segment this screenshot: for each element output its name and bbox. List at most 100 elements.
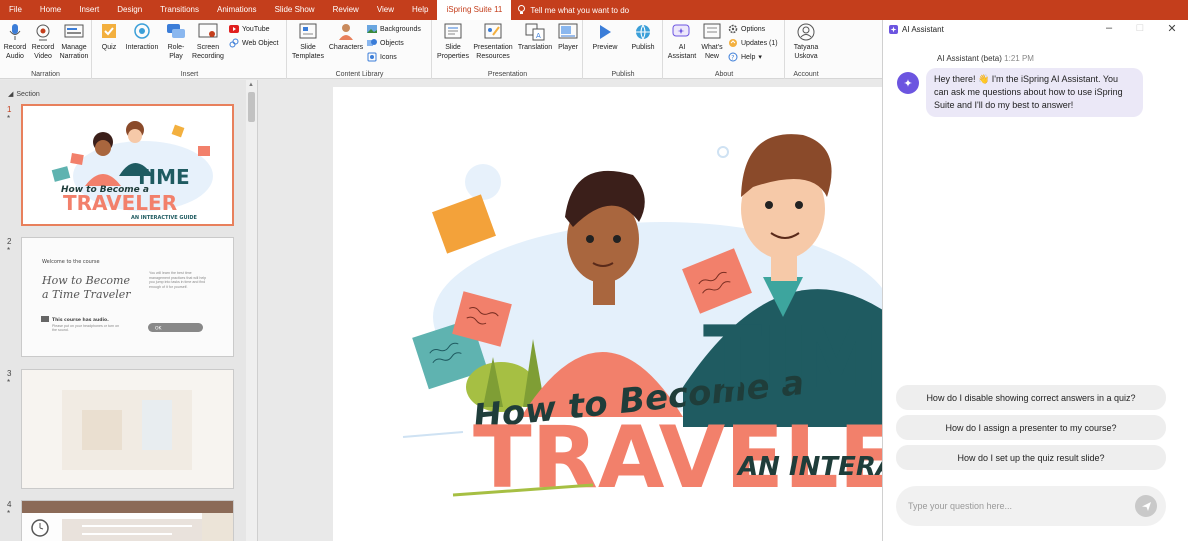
slide-templates-button[interactable]: Slide Templates <box>290 22 326 61</box>
play-icon <box>600 25 611 39</box>
menu-review[interactable]: Review <box>324 0 368 20</box>
webcam-icon <box>36 24 50 41</box>
menu-insert[interactable]: Insert <box>70 0 108 20</box>
section-header[interactable]: ◢ Section <box>8 90 40 99</box>
ai-assistant-panel: AI Assistant – □ ✕ AI Assistant (beta) 1… <box>882 20 1188 541</box>
help-icon: ? <box>728 52 738 62</box>
slide-thumbnail-4[interactable] <box>21 500 234 541</box>
menu-ispring-suite[interactable]: iSpring Suite 11 <box>437 0 512 20</box>
manage-narration-button[interactable]: Manage Narration <box>58 22 90 61</box>
slide-properties-button[interactable]: Slide Properties <box>435 22 471 61</box>
suggestion-button-3[interactable]: How do I set up the quiz result slide? <box>896 445 1166 470</box>
scroll-up-icon[interactable]: ▲ <box>248 82 254 88</box>
menu-help[interactable]: Help <box>403 0 437 20</box>
menu-slide-show[interactable]: Slide Show <box>266 0 324 20</box>
translation-button[interactable]: A Translation <box>517 22 553 52</box>
options-button[interactable]: Options <box>728 24 765 34</box>
tell-me-search[interactable]: Tell me what you want to do <box>511 5 629 15</box>
group-presentation: Slide Properties Presentation Resources … <box>433 20 583 79</box>
group-label-content-library: Content Library <box>335 71 384 78</box>
suggestion-button-2[interactable]: How do I assign a presenter to my course… <box>896 415 1166 440</box>
slide-1-editor[interactable]: How to Become a TIME TRAVELER AN INTERAC… <box>333 87 893 541</box>
whats-new-button[interactable]: What's New <box>698 22 726 61</box>
objects-button[interactable]: Objects <box>367 38 404 48</box>
ai-panel-header: AI Assistant <box>889 25 944 34</box>
slide-1-thumbnail-art: How to Become a TIME TRAVELER AN INTERAC… <box>23 106 232 224</box>
maximize-button[interactable]: □ <box>1133 22 1147 34</box>
timeline-icon <box>64 24 84 38</box>
thumb-1-big1: TIME <box>135 165 190 189</box>
link-icon <box>229 38 239 48</box>
preview-button[interactable]: Preview <box>588 22 622 52</box>
group-publish: Preview Publish Publish <box>584 20 663 79</box>
slide-thumbnail-1[interactable]: How to Become a TIME TRAVELER AN INTERAC… <box>21 104 234 226</box>
user-avatar-icon <box>797 23 815 41</box>
ai-sparkle-icon <box>889 25 898 34</box>
record-video-button[interactable]: Record Video <box>30 22 56 61</box>
account-button[interactable]: Tatyana Uskova <box>788 22 824 61</box>
screen-record-icon <box>198 23 218 38</box>
record-audio-button[interactable]: Record Audio <box>2 22 28 61</box>
help-button[interactable]: ? Help ▾ <box>728 52 762 62</box>
whats-new-icon <box>703 23 721 39</box>
updates-button[interactable]: Updates (1) <box>728 38 778 48</box>
menu-file[interactable]: File <box>0 0 31 20</box>
icons-icon <box>367 52 377 62</box>
slide-number-4: 4 * <box>7 500 12 518</box>
collapse-icon: ◢ <box>8 91 14 98</box>
minimize-button[interactable]: – <box>1102 22 1116 34</box>
menu-design[interactable]: Design <box>108 0 151 20</box>
characters-button[interactable]: Characters <box>328 22 364 52</box>
lightbulb-icon <box>518 5 526 14</box>
suggestion-button-1[interactable]: How do I disable showing correct answers… <box>896 385 1166 410</box>
question-input[interactable] <box>908 498 1118 514</box>
globe-icon <box>636 24 650 41</box>
objects-icon <box>367 39 377 46</box>
menu-view[interactable]: View <box>368 0 403 20</box>
web-object-button[interactable]: Web Object <box>229 38 278 48</box>
quiz-button[interactable]: Quiz <box>97 22 121 52</box>
youtube-button[interactable]: YouTube <box>229 24 270 34</box>
menu-home[interactable]: Home <box>31 0 70 20</box>
player-button[interactable]: Player <box>555 22 581 52</box>
help-dropdown-icon: ▾ <box>758 54 762 61</box>
thumb-2-body: You will learn the best time management … <box>149 271 207 289</box>
ai-timestamp: 1:21 PM <box>1004 54 1034 63</box>
slide-1-artwork: How to Become a TIME TRAVELER AN INTERAC… <box>333 87 893 541</box>
slide-4-thumbnail-art <box>22 501 233 541</box>
thumb-2-script1: How to Become <box>41 274 130 287</box>
group-label-account: Account <box>793 71 819 78</box>
slide-thumbnails-panel: ◢ Section 1 * How to Become a TIME TRAVE… <box>0 80 258 541</box>
group-label-about: About <box>714 71 734 78</box>
backgrounds-button[interactable]: Backgrounds <box>367 24 421 34</box>
ai-sender: AI Assistant (beta) <box>937 54 1002 63</box>
svg-text:?: ? <box>731 55 734 62</box>
group-about: AI Assistant What's New Options Updates … <box>664 20 785 79</box>
group-content-library: Slide Templates Characters Backgrounds O… <box>288 20 432 79</box>
slide-2-thumbnail-art: Welcome to the course How to Become a Ti… <box>22 238 233 356</box>
role-play-button[interactable]: Role-Play <box>163 22 189 61</box>
thumbnails-scrollbar[interactable]: ▲ <box>246 80 257 541</box>
tell-me-label: Tell me what you want to do <box>530 5 630 15</box>
quiz-icon <box>102 24 116 38</box>
slide-number-3: 3 * <box>7 369 12 387</box>
slide-thumbnail-3[interactable] <box>21 369 234 489</box>
menu-transitions[interactable]: Transitions <box>151 0 208 20</box>
menu-animations[interactable]: Animations <box>208 0 266 20</box>
screen-recording-button[interactable]: Screen Recording <box>191 22 225 61</box>
interaction-button[interactable]: Interaction <box>123 22 161 52</box>
scroll-thumb[interactable] <box>248 92 255 122</box>
send-button[interactable] <box>1135 495 1157 517</box>
question-input-box <box>896 486 1166 526</box>
backgrounds-icon <box>367 25 377 33</box>
publish-button[interactable]: Publish <box>626 22 660 52</box>
slide-thumbnail-2[interactable]: Welcome to the course How to Become a Ti… <box>21 237 234 357</box>
slide-3-thumbnail-art <box>22 370 233 488</box>
slide-number-1: 1 * <box>7 105 12 123</box>
close-button[interactable]: ✕ <box>1165 22 1179 35</box>
icons-button[interactable]: Icons <box>367 52 397 62</box>
ai-assistant-button[interactable]: AI Assistant <box>666 22 698 61</box>
ai-message-meta: AI Assistant (beta) 1:21 PM <box>937 54 1034 63</box>
group-label-insert: Insert <box>180 71 199 78</box>
presentation-resources-button[interactable]: Presentation Resources <box>471 22 515 61</box>
